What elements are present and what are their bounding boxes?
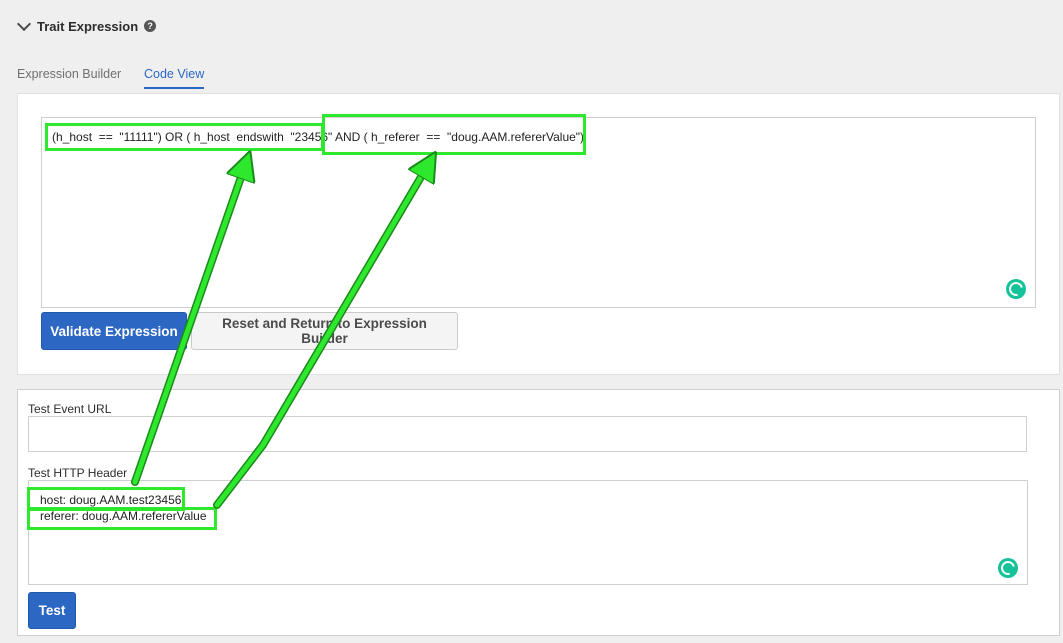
- arrow-referer: [214, 160, 431, 508]
- annotation-arrows: [131, 0, 1063, 509]
- arrow-host: [132, 160, 247, 485]
